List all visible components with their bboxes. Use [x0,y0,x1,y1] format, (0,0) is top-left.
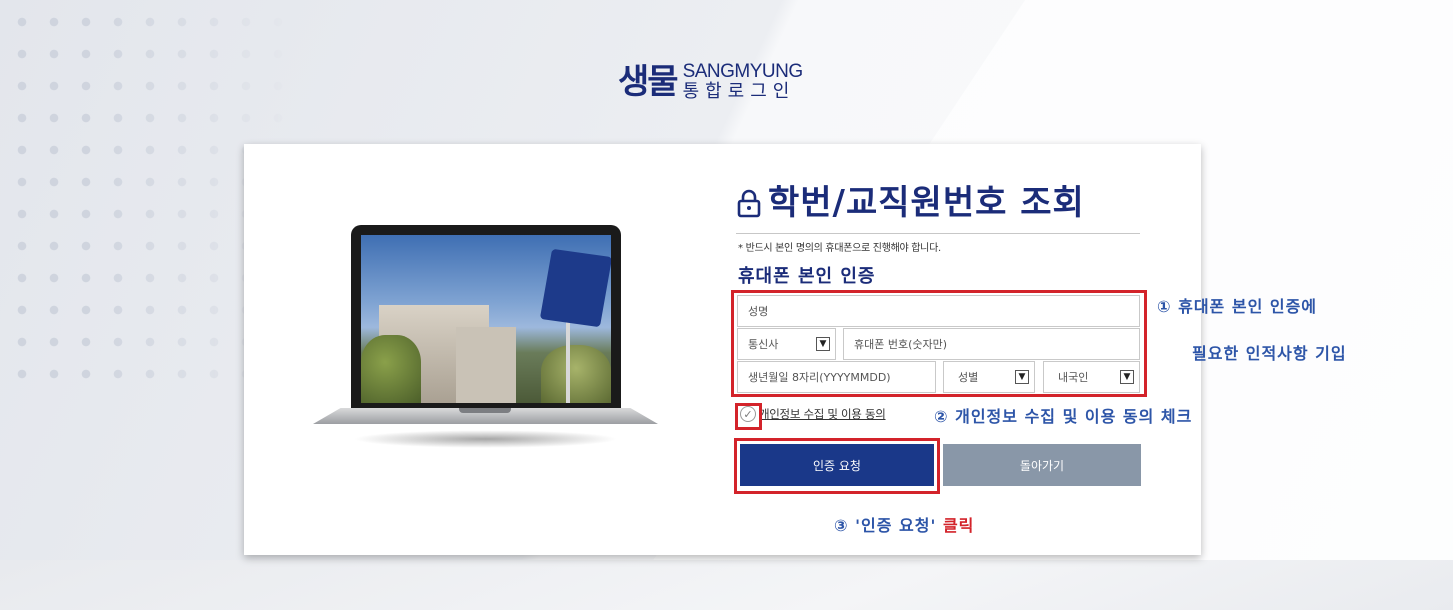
annotation-step3-suffix: 클릭 [942,516,975,535]
title-divider [736,233,1140,234]
background-footer [0,560,1453,610]
back-button[interactable]: 돌아가기 [943,444,1141,486]
annotation-step2: ② 개인정보 수집 및 이용 동의 체크 [934,407,1193,426]
logo-english: SANGMYUNG [682,61,804,82]
sangmyung-logo: 생물 SANGMYUNG 통합로그인 [618,62,803,101]
highlight-box-step3 [734,438,940,494]
annotation-step1-line2: 필요한 인적사항 기입 [1192,344,1347,363]
laptop-shadow [353,430,618,448]
section-title: 휴대폰 본인 인증 [738,266,876,287]
laptop-illustration [313,225,658,455]
notice-text: * 반드시 본인 명의의 휴대폰으로 진행해야 합니다. [738,243,941,254]
photo-flag [539,248,611,328]
laptop-notch [459,408,511,413]
laptop-screen [351,225,621,408]
highlight-box-step1 [731,290,1147,397]
logo-korean: 통합로그인 [682,81,796,102]
annotation-step3: ③ '인증 요청' 클릭 [834,512,974,536]
photo-tree [361,335,421,403]
highlight-box-step2 [735,403,762,430]
photo-tree-2 [541,345,611,403]
logo-text: SANGMYUNG 통합로그인 [682,61,804,102]
campus-photo [361,235,611,403]
annotation-step3-prefix: ③ '인증 요청' [834,516,937,535]
photo-building-2 [456,327,516,403]
annotation-step1-line1: ① 휴대폰 본인 인증에 [1157,297,1318,316]
logo-mark: 생물 [618,61,679,102]
page-title-text: 학번/교직원번호 조회 [768,183,1085,223]
privacy-agree-label[interactable]: 개인정보 수집 및 이용 동의 [759,406,886,422]
lock-icon [737,189,761,218]
page-title: 학번/교직원번호 조회 [736,186,1085,220]
